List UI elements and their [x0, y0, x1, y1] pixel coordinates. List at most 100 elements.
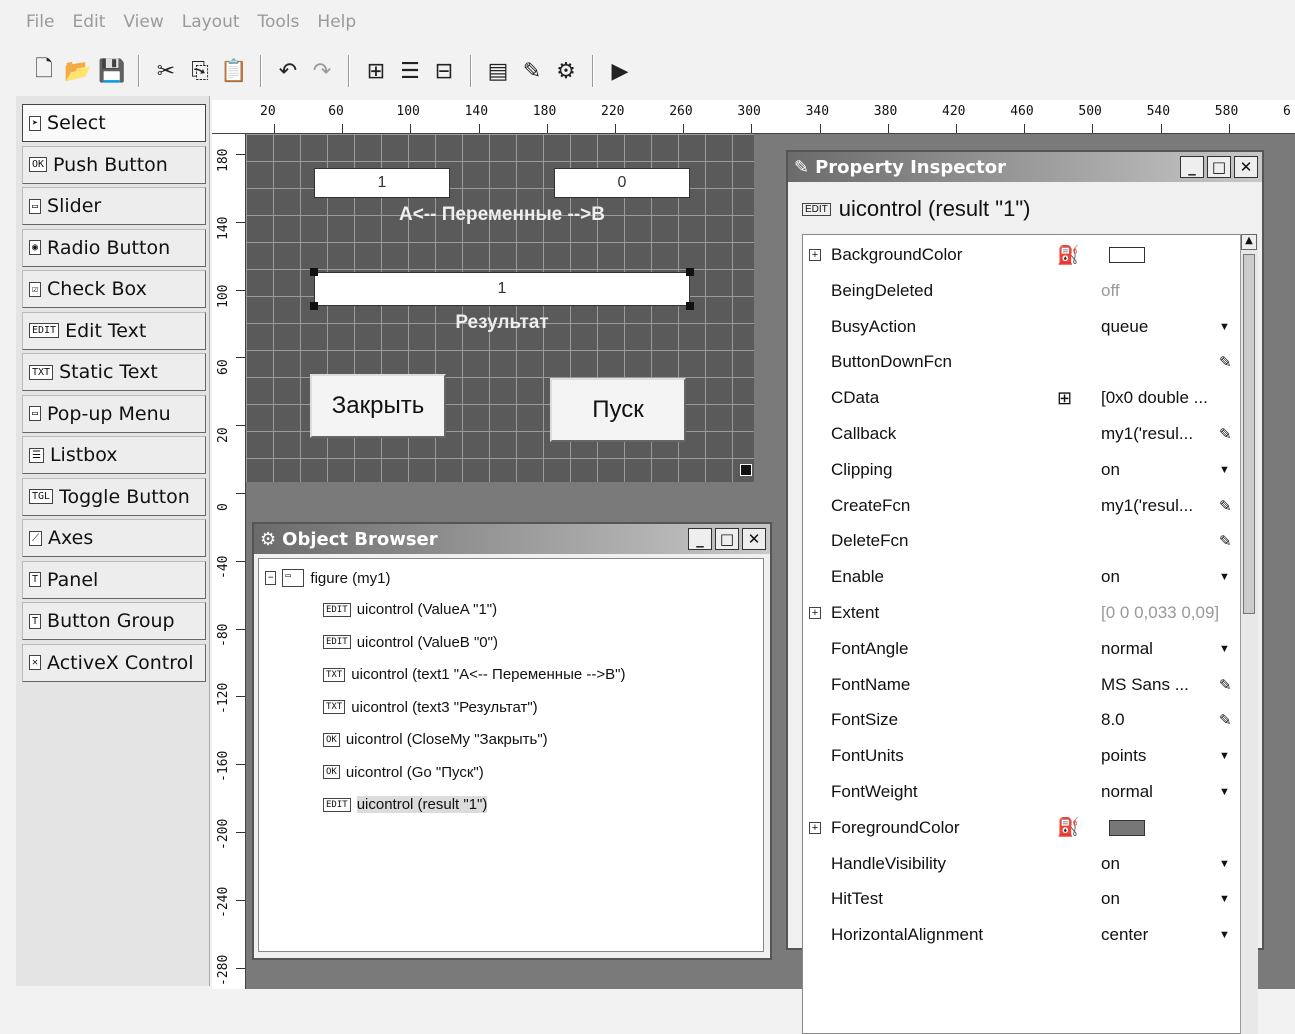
- menu-editor-icon[interactable]: ☰: [394, 55, 426, 87]
- object-browser-titlebar[interactable]: ⚙ Object Browser _ □ ✕: [254, 524, 770, 554]
- scroll-up-button[interactable]: ▲: [1241, 234, 1257, 250]
- dropdown-arrow-icon[interactable]: ▼: [1219, 893, 1230, 905]
- redo-icon[interactable]: ↷: [306, 55, 338, 87]
- tree-item[interactable]: EDIT uicontrol (result "1"): [323, 796, 488, 813]
- close-window-button[interactable]: ✕: [1234, 156, 1258, 178]
- minimize-button[interactable]: _: [1180, 156, 1204, 178]
- cut-icon[interactable]: ✂: [150, 55, 182, 87]
- palette-axes[interactable]: ⟋ Axes: [22, 519, 206, 557]
- pencil-icon[interactable]: ✎: [1219, 532, 1232, 550]
- selection-handle[interactable]: [686, 268, 694, 276]
- object-browser-icon[interactable]: ⚙: [550, 55, 582, 87]
- copy-icon[interactable]: ⎘: [184, 55, 216, 87]
- menu-help[interactable]: Help: [317, 12, 356, 32]
- scroll-thumb[interactable]: [1243, 254, 1255, 614]
- palette-check-box[interactable]: ☑ Check Box: [22, 270, 206, 308]
- property-value[interactable]: on: [1101, 889, 1120, 909]
- menu-edit[interactable]: Edit: [72, 12, 105, 32]
- property-value[interactable]: my1('resul...: [1101, 496, 1193, 516]
- selection-handle[interactable]: [310, 302, 318, 310]
- dropdown-arrow-icon[interactable]: ▼: [1219, 643, 1230, 655]
- palette-pop-up-menu[interactable]: ▭ Pop-up Menu: [22, 394, 206, 433]
- palette-radio-button[interactable]: ◉ Radio Button: [22, 228, 206, 267]
- palette-toggle-button[interactable]: TGL Toggle Button: [22, 477, 206, 516]
- text3-label[interactable]: Результат: [314, 312, 690, 334]
- property-value[interactable]: on: [1101, 567, 1120, 587]
- palette-listbox[interactable]: ☰ Listbox: [22, 436, 206, 474]
- property-row[interactable]: DeleteFcn ✎: [803, 523, 1233, 559]
- property-row[interactable]: Callback my1('resul... ✎: [803, 416, 1233, 452]
- paint-bucket-icon[interactable]: ⛽: [1057, 245, 1079, 266]
- menu-tools[interactable]: Tools: [258, 12, 300, 32]
- tree-item[interactable]: OK uicontrol (Go "Пуск"): [323, 764, 484, 781]
- expand-icon[interactable]: +: [809, 249, 821, 261]
- property-inspector-titlebar[interactable]: ✎ Property Inspector _ □ ✕: [788, 152, 1262, 182]
- property-row[interactable]: + Extent [0 0 0,033 0,09]: [803, 595, 1233, 631]
- property-value[interactable]: points: [1101, 746, 1146, 766]
- property-row[interactable]: FontAngle normal ▼: [803, 631, 1233, 667]
- go-button[interactable]: Пуск: [550, 378, 686, 442]
- menu-layout[interactable]: Layout: [182, 12, 240, 32]
- property-value[interactable]: my1('resul...: [1101, 424, 1193, 444]
- property-inspector-icon[interactable]: ✎: [516, 55, 548, 87]
- menu-view[interactable]: View: [123, 12, 163, 32]
- vertical-scrollbar[interactable]: ▲: [1240, 234, 1258, 1034]
- palette-static-text[interactable]: TXT Static Text: [22, 353, 206, 391]
- collapse-icon[interactable]: −: [265, 571, 277, 585]
- pencil-icon[interactable]: ✎: [1219, 711, 1232, 729]
- selection-handle[interactable]: [310, 268, 318, 276]
- property-row[interactable]: BusyAction queue ▼: [803, 309, 1233, 345]
- value-b-field[interactable]: 0: [554, 168, 690, 198]
- property-value[interactable]: center: [1101, 925, 1148, 945]
- dropdown-arrow-icon[interactable]: ▼: [1219, 321, 1230, 333]
- undo-icon[interactable]: ↶: [272, 55, 304, 87]
- maximize-button[interactable]: □: [1207, 156, 1231, 178]
- property-value[interactable]: [0x0 double ...: [1101, 388, 1208, 408]
- paint-bucket-icon[interactable]: ⛽: [1057, 817, 1079, 838]
- paste-icon[interactable]: 📋: [218, 55, 250, 87]
- new-icon[interactable]: 🗋: [28, 55, 60, 87]
- color-swatch[interactable]: [1109, 819, 1145, 836]
- color-swatch[interactable]: [1109, 247, 1145, 263]
- pencil-icon[interactable]: ✎: [1219, 676, 1232, 694]
- expand-icon[interactable]: +: [809, 607, 821, 619]
- result-field[interactable]: 1: [314, 272, 690, 306]
- property-row[interactable]: FontWeight normal ▼: [803, 774, 1233, 810]
- expand-icon[interactable]: +: [809, 821, 821, 834]
- align-icon[interactable]: ⊞: [360, 55, 392, 87]
- property-row[interactable]: + BackgroundColor ⛽: [803, 237, 1233, 273]
- tab-order-icon[interactable]: ⊟: [428, 55, 460, 87]
- mfile-editor-icon[interactable]: ▤: [482, 55, 514, 87]
- value-a-field[interactable]: 1: [314, 168, 450, 198]
- dropdown-arrow-icon[interactable]: ▼: [1219, 929, 1230, 941]
- property-row[interactable]: HandleVisibility on ▼: [803, 846, 1233, 882]
- dropdown-arrow-icon[interactable]: ▼: [1219, 464, 1230, 476]
- tree-item[interactable]: EDIT uicontrol (ValueA "1"): [323, 601, 497, 618]
- property-value[interactable]: queue: [1101, 317, 1148, 337]
- close-button[interactable]: Закрыть: [310, 374, 446, 438]
- tree-root[interactable]: − ▭ figure (my1): [265, 569, 390, 587]
- property-row[interactable]: Enable on ▼: [803, 559, 1233, 595]
- palette-edit-text[interactable]: EDIT Edit Text: [22, 311, 206, 350]
- pencil-icon[interactable]: ✎: [1219, 353, 1232, 371]
- property-row[interactable]: CData ⊞ [0x0 double ...: [803, 380, 1233, 416]
- palette-slider[interactable]: ▭ Slider: [22, 187, 206, 225]
- dropdown-arrow-icon[interactable]: ▼: [1219, 858, 1230, 870]
- palette-push-button[interactable]: OK Push Button: [22, 145, 206, 184]
- property-value[interactable]: off: [1101, 281, 1120, 301]
- tree-item[interactable]: TXT uicontrol (text1 "A<-- Переменные -->…: [323, 666, 625, 683]
- property-row[interactable]: HorizontalAlignment center ▼: [803, 917, 1233, 953]
- dropdown-arrow-icon[interactable]: ▼: [1219, 750, 1230, 762]
- property-row[interactable]: ButtonDownFcn ✎: [803, 344, 1233, 380]
- property-value[interactable]: normal: [1101, 782, 1153, 802]
- property-value[interactable]: on: [1101, 854, 1120, 874]
- tree-item[interactable]: EDIT uicontrol (ValueB "0"): [323, 634, 498, 651]
- menu-file[interactable]: File: [26, 12, 54, 32]
- tree-item[interactable]: OK uicontrol (CloseMy "Закрыть"): [323, 731, 548, 748]
- property-value[interactable]: MS Sans ...: [1101, 675, 1189, 695]
- figure-canvas[interactable]: 1 0 A<-- Переменные -->B 1 Результат Зак…: [246, 134, 754, 482]
- property-row[interactable]: FontUnits points ▼: [803, 738, 1233, 774]
- close-window-button[interactable]: ✕: [742, 528, 766, 550]
- dropdown-arrow-icon[interactable]: ▼: [1219, 786, 1230, 798]
- property-value[interactable]: [0 0 0,033 0,09]: [1101, 603, 1219, 623]
